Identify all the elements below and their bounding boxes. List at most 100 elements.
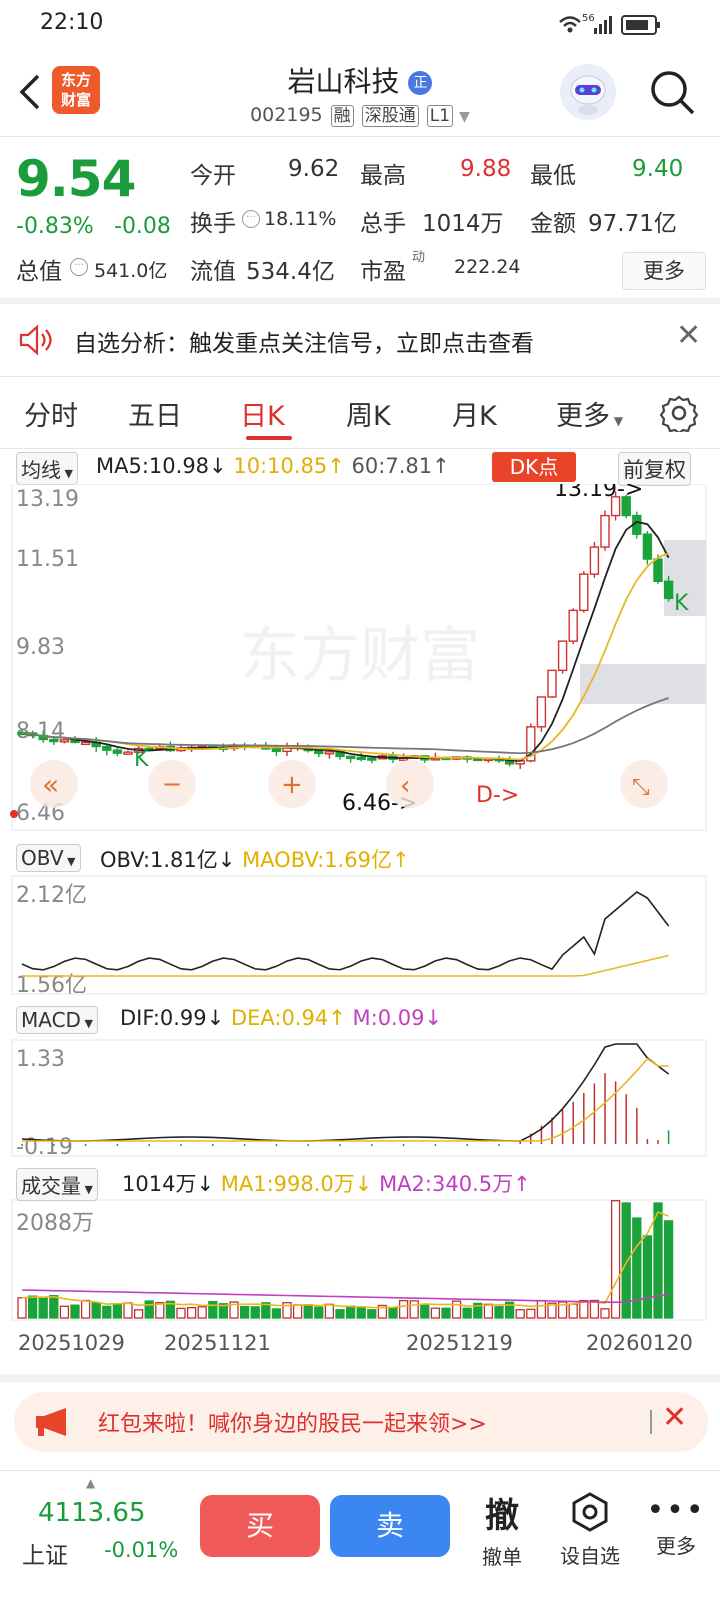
- volume-bar: [271, 1308, 282, 1319]
- wifi-icon: [559, 16, 581, 33]
- volume-bar: [123, 1302, 133, 1319]
- sell-button[interactable]: 卖: [330, 1495, 450, 1557]
- chevron-down-icon: ▼: [459, 109, 470, 125]
- tab-more[interactable]: 更多 ▼: [556, 394, 623, 433]
- status-icons: 56: [559, 13, 660, 35]
- period-tabs: 分时 五日 日K 周K 月K 更多 ▼: [0, 380, 720, 446]
- more-quote-button[interactable]: 更多: [622, 252, 706, 290]
- tab-five-day[interactable]: 五日: [128, 394, 182, 433]
- volume-bar: [70, 1304, 80, 1319]
- tab-weekly-k[interactable]: 周K: [346, 394, 391, 433]
- turnover-label: 换手: [190, 211, 236, 237]
- vol-ma2-line: [21, 1289, 669, 1304]
- close-icon[interactable]: ✕: [662, 1400, 687, 1435]
- candle-body: [123, 751, 133, 755]
- volume-bar: [80, 1299, 91, 1319]
- more-button[interactable]: ••• 更多: [636, 1496, 716, 1559]
- candle-body: [547, 669, 557, 698]
- tag-level: L1: [426, 105, 454, 127]
- pe-value: 222.24: [454, 256, 521, 278]
- revoke-order-button[interactable]: 撤 撤单: [462, 1488, 542, 1570]
- k-signal-mark: K: [134, 747, 149, 772]
- candle-body: [600, 514, 610, 548]
- ma-selector[interactable]: 均线 ▼: [16, 452, 78, 485]
- adjust-button[interactable]: 前复权: [618, 452, 691, 486]
- open-label: 今开: [190, 163, 236, 189]
- candle-body: [59, 739, 70, 743]
- chevron-left-icon: ‹: [400, 771, 410, 801]
- plus-icon: +: [281, 770, 303, 800]
- amount-label: 金额: [530, 211, 576, 237]
- change-amount: -0.08: [114, 214, 171, 239]
- obv-lines: [21, 891, 670, 977]
- search-icon: [651, 71, 695, 115]
- promo-text: 红包来啦！喊你身边的股民一起来领>>: [98, 1412, 487, 1437]
- volume-bar: [292, 1304, 303, 1319]
- candle-body: [579, 573, 589, 612]
- signal-icon: [594, 16, 612, 34]
- tab-intraday[interactable]: 分时: [24, 394, 78, 433]
- date-label: 20251029: [18, 1331, 125, 1355]
- active-tab-indicator: [246, 436, 292, 440]
- info-icon[interactable]: ···: [242, 210, 260, 228]
- tab-daily-k[interactable]: 日K: [240, 394, 285, 433]
- candle-body: [102, 745, 112, 751]
- volume-bar: [27, 1295, 38, 1319]
- volume-selector[interactable]: 成交量 ▼: [16, 1168, 98, 1201]
- candle-body: [356, 756, 366, 760]
- pe-label: 市盈: [360, 259, 406, 285]
- buy-button[interactable]: 买: [200, 1495, 320, 1557]
- maobv-line: [22, 954, 669, 977]
- index-value: 4113.65: [38, 1498, 146, 1528]
- promo-banner[interactable]: 红包来啦！喊你身边的股民一起来领>> ✕: [14, 1392, 708, 1452]
- obv-values: OBV:1.81亿↓ MAOBV:1.69亿↑: [100, 848, 410, 872]
- macd-y-top: 1.33: [16, 1047, 65, 1072]
- kline-chart[interactable]: 东方财富 13.19 11.51 9.83 8.14 6.46 13.19-> …: [0, 484, 720, 1374]
- volume-bar: [398, 1299, 409, 1319]
- volume-bar: [409, 1300, 419, 1319]
- volume-bar: [483, 1303, 494, 1319]
- resistance-zone: [580, 664, 706, 704]
- candle-body: [642, 533, 653, 560]
- dk-point-button[interactable]: DK点: [492, 452, 576, 482]
- tag-connect: 深股通: [361, 105, 419, 127]
- volume-values: 1014万↓ MA1:998.0万↓ MA2:340.5万↑: [122, 1172, 531, 1196]
- macd-selector[interactable]: MACD ▼: [16, 1006, 98, 1034]
- y-label: 11.51: [16, 547, 79, 572]
- hexagon-icon: [572, 1492, 608, 1532]
- candle-body: [589, 546, 600, 575]
- gear-icon[interactable]: [660, 394, 698, 432]
- volume-bar: [441, 1307, 451, 1319]
- volume-label: 总手: [360, 211, 406, 237]
- add-watchlist-button[interactable]: 设自选: [550, 1492, 630, 1569]
- high-value: 9.88: [460, 156, 512, 182]
- notice-bar[interactable]: 自选分析：触发重点关注信号，立即点击查看 ✕: [0, 304, 720, 376]
- macd-lines: [21, 1043, 670, 1146]
- close-icon[interactable]: ✕: [676, 318, 701, 353]
- status-bar: 22:10 56: [0, 0, 720, 48]
- dif-line: [21, 1043, 670, 1142]
- robot-assistant-icon[interactable]: [560, 64, 616, 120]
- info-icon[interactable]: ···: [70, 258, 88, 276]
- amount-value: 97.71亿: [588, 211, 677, 237]
- volume-bar: [133, 1309, 144, 1319]
- tag-margin: 融: [330, 105, 354, 127]
- expand-icon: ⤡: [632, 775, 650, 800]
- candle-body: [49, 738, 59, 743]
- candle-body: [557, 640, 568, 672]
- battery-icon: [621, 15, 660, 35]
- obv-line: [21, 891, 670, 971]
- volume-bar: [208, 1300, 218, 1319]
- volume-value: 1014万: [422, 211, 504, 237]
- status-time: 22:10: [40, 10, 104, 35]
- search-button[interactable]: [648, 68, 698, 118]
- volume-bar: [430, 1307, 441, 1319]
- volume-bar: [610, 1200, 621, 1319]
- tab-monthly-k[interactable]: 月K: [452, 394, 497, 433]
- pe-sup: 动: [412, 250, 426, 265]
- obv-selector[interactable]: OBV ▼: [16, 844, 81, 872]
- date-label: 20251121: [164, 1331, 271, 1355]
- volume-bar: [91, 1302, 101, 1319]
- volume-bar: [494, 1306, 504, 1319]
- volume-bar: [112, 1303, 123, 1319]
